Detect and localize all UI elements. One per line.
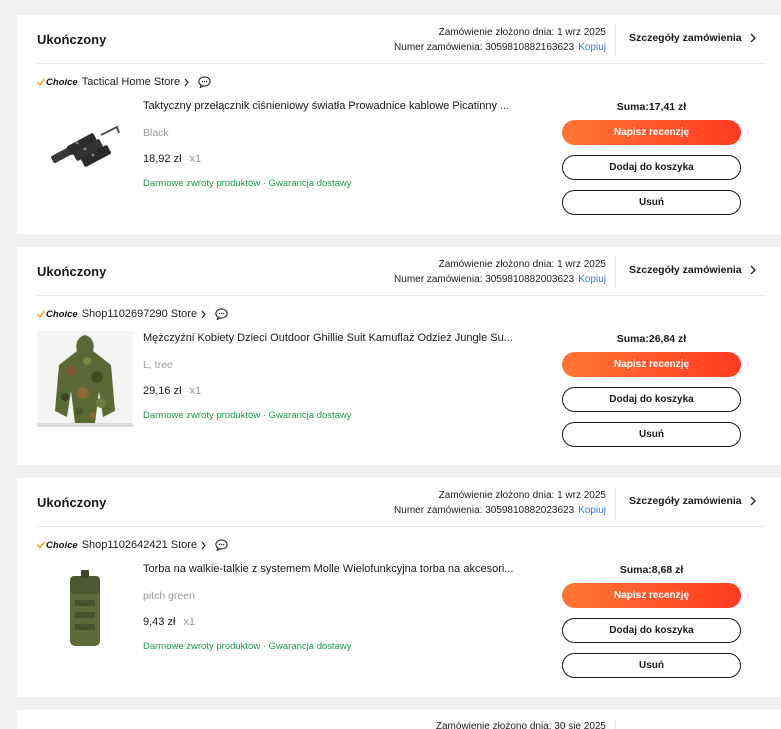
store-row: Choice Shop1102697290 Store xyxy=(37,307,228,321)
write-review-button[interactable]: Napisz recenzję xyxy=(562,352,741,377)
order-meta: Zamówienie złożono dnia: 1 wrz 2025 Nume… xyxy=(394,257,606,287)
ghillie-suit-icon xyxy=(37,331,133,427)
add-to-cart-button[interactable]: Dodaj do koszyka xyxy=(562,387,741,412)
order-number: Numer zamówienia: 3059810882003623 xyxy=(394,274,575,285)
store-row: Choice Tactical Home Store xyxy=(37,75,211,89)
header-divider xyxy=(615,24,616,56)
order-details-link[interactable]: Szczegóły zamówienia xyxy=(629,495,756,507)
order-total: Suma:17,41 zł xyxy=(616,101,687,113)
order-status: Ukończony xyxy=(37,32,107,47)
order-status: Ukończony xyxy=(37,264,107,279)
header-divider xyxy=(615,256,616,288)
copy-order-number-link[interactable]: Kopiuj xyxy=(578,505,606,516)
choice-label: Choice xyxy=(46,76,78,88)
delivery-guarantee: Darmowe zwroty produktów · Gwarancja dos… xyxy=(143,178,352,189)
header-divider-line xyxy=(37,526,766,527)
product-price: 9,43 zł xyxy=(143,616,176,628)
product-variant: pitch green xyxy=(143,590,195,602)
order-details-label: Szczegóły zamówienia xyxy=(629,264,742,276)
chevron-right-icon xyxy=(750,496,756,506)
order-number-row: Numer zamówienia: 3059810882163623 Kopiuj xyxy=(394,40,606,55)
order-date: Zamówienie złożono dnia: 30 sie 2025 xyxy=(435,721,606,729)
product-price-row: 18,92 zł x1 xyxy=(143,153,201,165)
add-to-cart-button[interactable]: Dodaj do koszyka xyxy=(562,155,741,180)
choice-tick-icon xyxy=(37,78,45,86)
order-details-label: Szczegóły zamówienia xyxy=(629,32,742,44)
product-variant: L, tree xyxy=(143,359,173,371)
order-date: Zamówienie złożono dnia: 1 wrz 2025 xyxy=(438,490,606,501)
choice-tick-icon xyxy=(37,310,45,318)
chevron-right-icon xyxy=(750,265,756,275)
product-title-link[interactable]: Taktyczny przełącznik ciśnieniowy światł… xyxy=(143,100,523,112)
product-quantity: x1 xyxy=(183,616,196,628)
choice-badge: Choice xyxy=(37,540,78,551)
order-card-partial: Zamówienie złożono dnia: 30 sie 2025 xyxy=(17,710,781,729)
order-number-row: Numer zamówienia: 3059810882023623 Kopiuj xyxy=(394,503,606,518)
choice-label: Choice xyxy=(46,308,78,320)
chevron-right-icon xyxy=(201,541,206,549)
order-date: Zamówienie złożono dnia: 1 wrz 2025 xyxy=(438,27,606,38)
order-number: Numer zamówienia: 3059810882163623 xyxy=(394,42,575,53)
product-image[interactable] xyxy=(37,99,133,195)
chevron-right-icon xyxy=(201,310,206,318)
product-price-row: 29,16 zł x1 xyxy=(143,385,201,397)
order-meta: Zamówienie złożono dnia: 1 wrz 2025 Nume… xyxy=(394,488,606,518)
add-to-cart-button[interactable]: Dodaj do koszyka xyxy=(562,618,741,643)
header-divider xyxy=(615,487,616,519)
order-details-link[interactable]: Szczegóły zamówienia xyxy=(629,32,756,44)
switch-rail-icon xyxy=(51,125,120,167)
chat-bubble-icon[interactable] xyxy=(198,76,211,88)
choice-badge: Choice xyxy=(37,309,78,320)
store-row: Choice Shop1102642421 Store xyxy=(37,538,228,552)
header-divider xyxy=(615,719,616,729)
store-name-link[interactable]: Shop1102642421 Store xyxy=(82,539,197,551)
product-title-link[interactable]: Torba na walkie-talkie z systemem Molle … xyxy=(143,563,523,575)
order-total: Suma:26,84 zł xyxy=(616,333,687,345)
order-card: Ukończony Zamówienie złożono dnia: 1 wrz… xyxy=(17,478,781,697)
product-price: 18,92 zł xyxy=(143,153,182,165)
delivery-guarantee: Darmowe zwroty produktów · Gwarancja dos… xyxy=(143,410,352,421)
order-card: Ukończony Zamówienie złożono dnia: 1 wrz… xyxy=(17,15,781,234)
write-review-button[interactable]: Napisz recenzję xyxy=(562,120,741,145)
product-image[interactable] xyxy=(37,331,133,427)
product-price: 29,16 zł xyxy=(143,385,182,397)
header-divider-line xyxy=(37,295,766,296)
order-card: Ukończony Zamówienie złożono dnia: 1 wrz… xyxy=(17,247,781,465)
order-number-row: Numer zamówienia: 3059810882003623 Kopiuj xyxy=(394,272,606,287)
delivery-guarantee: Darmowe zwroty produktów · Gwarancja dos… xyxy=(143,641,352,652)
order-status: Ukończony xyxy=(37,495,107,510)
order-header: Ukończony Zamówienie złożono dnia: 1 wrz… xyxy=(17,478,781,526)
chat-bubble-icon[interactable] xyxy=(215,308,228,320)
order-header: Ukończony Zamówienie złożono dnia: 1 wrz… xyxy=(17,247,781,295)
remove-order-button[interactable]: Usuń xyxy=(562,422,741,447)
product-variant: Black xyxy=(143,127,169,139)
chevron-right-icon xyxy=(750,33,756,43)
product-price-row: 9,43 zł x1 xyxy=(143,616,195,628)
order-header: Ukończony Zamówienie złożono dnia: 1 wrz… xyxy=(17,15,781,63)
chat-bubble-icon[interactable] xyxy=(215,539,228,551)
header-divider-line xyxy=(37,63,766,64)
order-number: Numer zamówienia: 3059810882023623 xyxy=(394,505,575,516)
order-details-link[interactable]: Szczegóły zamówienia xyxy=(629,264,756,276)
product-image[interactable] xyxy=(37,562,133,658)
choice-tick-icon xyxy=(37,541,45,549)
write-review-button[interactable]: Napisz recenzję xyxy=(562,583,741,608)
choice-label: Choice xyxy=(46,539,78,551)
product-quantity: x1 xyxy=(189,153,202,165)
order-date: Zamówienie złożono dnia: 1 wrz 2025 xyxy=(438,259,606,270)
order-meta: Zamówienie złożono dnia: 1 wrz 2025 Nume… xyxy=(394,25,606,55)
copy-order-number-link[interactable]: Kopiuj xyxy=(578,274,606,285)
order-details-label: Szczegóły zamówienia xyxy=(629,495,742,507)
copy-order-number-link[interactable]: Kopiuj xyxy=(578,42,606,53)
order-total: Suma:8,68 zł xyxy=(619,564,684,576)
remove-order-button[interactable]: Usuń xyxy=(562,653,741,678)
radio-pouch-icon xyxy=(70,570,100,646)
choice-badge: Choice xyxy=(37,77,78,88)
store-name-link[interactable]: Tactical Home Store xyxy=(82,76,180,88)
store-name-link[interactable]: Shop1102697290 Store xyxy=(82,308,197,320)
remove-order-button[interactable]: Usuń xyxy=(562,190,741,215)
product-title-link[interactable]: Mężczyźni Kobiety Dzieci Outdoor Ghillie… xyxy=(143,332,523,344)
product-quantity: x1 xyxy=(189,385,202,397)
chevron-right-icon xyxy=(184,78,189,86)
